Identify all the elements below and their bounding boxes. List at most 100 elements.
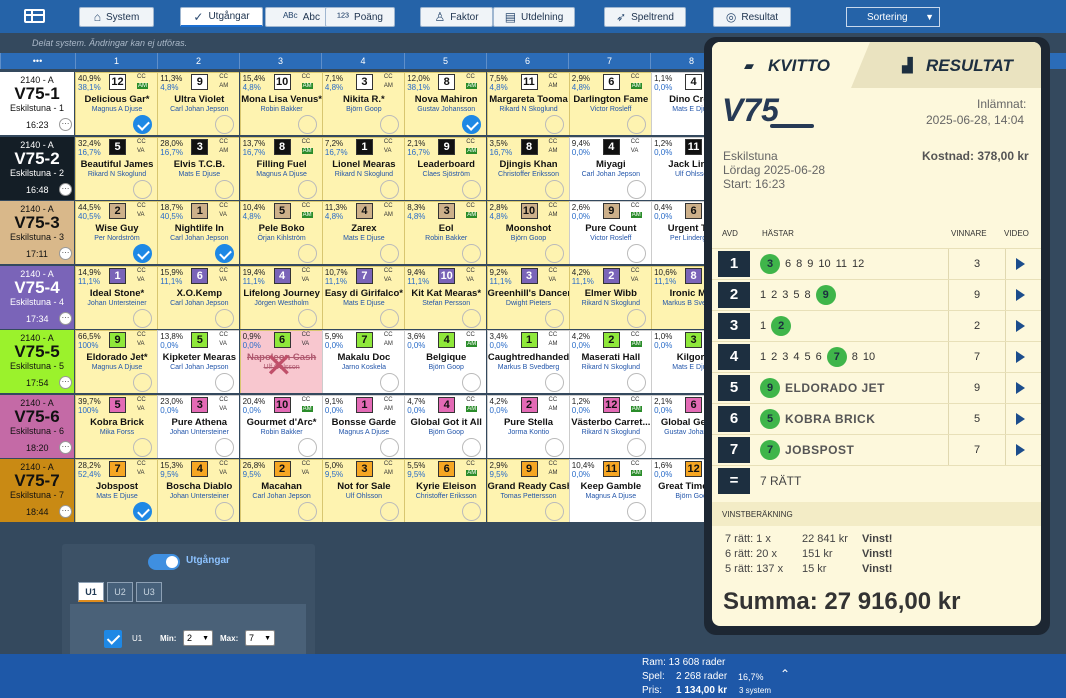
toolbar-speltrend-button[interactable]: ➶ Speltrend [604, 7, 686, 27]
horse-cell[interactable]: 28,2% 52,4% 7 CC VA Jobspost Mats E Djuse [75, 459, 157, 522]
horse-cell[interactable]: 1,2% 0,0% 12 CC AM Västerbo Carret... Rikard N… [568, 394, 651, 458]
horse-cell[interactable]: 2,9% 9,5% 9 CC AM Grand Ready Cash Tomas Pette… [486, 459, 569, 522]
more-options-icon[interactable]: ⋯ [59, 376, 72, 389]
play-video-icon[interactable] [1016, 258, 1025, 270]
select-checkbox[interactable] [544, 179, 564, 199]
tab-u2[interactable]: U2 [107, 582, 133, 602]
select-checkbox[interactable] [626, 308, 646, 328]
utgangar-toggle[interactable] [148, 554, 180, 570]
horse-cell[interactable]: 39,7% 100% 5 CC VA Kobra Brick Mika Forss [75, 394, 157, 458]
horse-cell[interactable]: 5,5% 9,5% 6 CC AM Kyrie Eleison Christoffer Er… [404, 459, 487, 522]
select-checkbox[interactable] [544, 373, 564, 392]
select-checkbox[interactable] [544, 502, 564, 521]
column-header-0[interactable]: ••• [0, 53, 74, 69]
select-checkbox[interactable] [462, 502, 482, 521]
select-checkbox[interactable] [626, 179, 646, 199]
select-checkbox[interactable] [215, 244, 235, 263]
horse-cell[interactable]: 2,9% 4,8% 6 CC AM Darlington Fame Victor Rosle… [568, 72, 651, 135]
select-checkbox[interactable] [544, 437, 564, 457]
select-checkbox[interactable] [133, 437, 152, 457]
horse-cell[interactable]: 7,2% 16,7% 1 CC VA Lionel Mearas Rikard N Skog… [321, 136, 404, 200]
layout-toggle-icon[interactable] [24, 9, 45, 23]
min-select[interactable]: 2 ▼ [183, 630, 213, 646]
select-checkbox[interactable] [297, 115, 317, 134]
race-header-1[interactable]: 2140 - A V75-1 Eskilstuna - 1 16:23 ⋯ [0, 72, 74, 135]
horse-cell[interactable]: 8,3% 4,8% 3 CC AM Eol Robin Bakker [404, 201, 487, 264]
select-checkbox[interactable] [215, 373, 235, 392]
toolbar-system-button[interactable]: ⌂ System [79, 7, 154, 27]
race-header-7[interactable]: 2140 - A V75-7 Eskilstuna - 7 18:44 ⋯ [0, 459, 74, 522]
select-checkbox[interactable] [379, 308, 399, 328]
select-checkbox[interactable] [133, 373, 152, 392]
select-checkbox[interactable] [215, 502, 235, 521]
more-options-icon[interactable]: ⋯ [59, 182, 72, 196]
select-checkbox[interactable] [215, 179, 235, 199]
select-checkbox[interactable] [462, 308, 482, 328]
race-header-3[interactable]: 2140 - A V75-3 Eskilstuna - 3 17:11 ⋯ [0, 201, 74, 264]
select-checkbox[interactable] [297, 308, 317, 328]
horse-cell[interactable]: 15,3% 9,5% 4 CC VA Boscha Diablo Johan Unterst… [157, 459, 240, 522]
select-checkbox[interactable] [544, 244, 564, 263]
select-checkbox[interactable] [215, 308, 235, 328]
horse-cell[interactable]: 32,4% 16,7% 5 CC VA Beautiful James Rikard N S… [75, 136, 157, 200]
horse-cell[interactable]: 2,8% 4,8% 10 CC AM Moonshot Björn Goop [486, 201, 569, 264]
horse-cell[interactable]: 9,4% 11,1% 10 CC VA Kit Kat Mearas* Stefan Per… [404, 265, 487, 329]
select-checkbox[interactable] [544, 115, 564, 134]
horse-cell[interactable]: 19,4% 11,1% 4 CC VA Lifelong Journey Jörgen We… [239, 265, 322, 329]
horse-cell[interactable]: 0,9% 0,0% 6 CC VA Napoleon Cash Ulf Ohlsson ✕ [239, 330, 322, 393]
horse-cell[interactable]: 11,3% 4,8% 9 CC AM Ultra Violet Carl Johan Jep… [157, 72, 240, 135]
race-header-6[interactable]: 2140 - A V75-6 Eskilstuna - 6 18:20 ⋯ [0, 394, 74, 458]
select-checkbox[interactable] [133, 502, 152, 521]
horse-cell[interactable]: 23,0% 0,0% 3 CC VA Pure Athena Johan Unterstei… [157, 394, 240, 458]
select-checkbox[interactable] [215, 437, 235, 457]
toolbar-resultat-button[interactable]: ◎ Resultat [713, 7, 791, 27]
more-options-icon[interactable]: ⋯ [59, 118, 72, 131]
tab-kvitto[interactable]: ▰ KVITTO [712, 42, 870, 88]
select-checkbox[interactable] [462, 115, 482, 134]
select-checkbox[interactable] [462, 244, 482, 263]
select-checkbox[interactable] [626, 437, 646, 457]
horse-cell[interactable]: 40,9% 38,1% 12 CC AM Delicious Gar* Magnus A D… [75, 72, 157, 135]
select-checkbox[interactable] [133, 244, 152, 263]
select-checkbox[interactable] [379, 502, 399, 521]
horse-cell[interactable]: 3,5% 16,7% 8 CC AM Djingis Khan Christoffer Er… [486, 136, 569, 200]
select-checkbox[interactable] [462, 373, 482, 392]
horse-cell[interactable]: 3,6% 0,0% 4 CC AM Belgique Björn Goop [404, 330, 487, 393]
more-options-icon[interactable]: ⋯ [59, 505, 72, 518]
select-checkbox[interactable] [379, 373, 399, 392]
select-checkbox[interactable] [379, 179, 399, 199]
horse-cell[interactable]: 20,4% 0,0% 10 CC AM Gourmet d'Arc* Robin Bakke… [239, 394, 322, 458]
horse-cell[interactable]: 3,4% 0,0% 1 CC AM Caughtredhanded Markus B Sve… [486, 330, 569, 393]
select-checkbox[interactable] [297, 502, 317, 521]
toolbar-poang-button[interactable]: ¹²³ Poäng [325, 7, 395, 27]
horse-cell[interactable]: 10,4% 4,8% 5 CC AM Pele Boko Örjan Kihlström [239, 201, 322, 264]
u1-checkbox[interactable] [104, 630, 122, 648]
horse-cell[interactable]: 7,5% 4,8% 11 CC AM Margareta Tooma Rikard N Sk… [486, 72, 569, 135]
select-checkbox[interactable] [379, 115, 399, 134]
horse-cell[interactable]: 5,9% 0,0% 7 CC AM Makalu Doc Jarno Koskela [321, 330, 404, 393]
select-checkbox[interactable] [626, 244, 646, 263]
horse-cell[interactable]: 9,1% 0,0% 1 CC AM Bonsse Garde Magnus A Djuse [321, 394, 404, 458]
horse-cell[interactable]: 4,2% 0,0% 2 CC AM Pure Stella Jorma Kontio [486, 394, 569, 458]
horse-cell[interactable]: 9,2% 11,1% 3 CC VA Greenhill's Dancer Dwight P… [486, 265, 569, 329]
play-video-icon[interactable] [1016, 320, 1025, 332]
tab-u3[interactable]: U3 [136, 582, 162, 602]
race-header-5[interactable]: 2140 - A V75-5 Eskilstuna - 5 17:54 ⋯ [0, 330, 74, 393]
horse-cell[interactable]: 15,9% 11,1% 6 CC VA X.O.Kemp Carl Johan Jepson [157, 265, 240, 329]
horse-cell[interactable]: 10,4% 0,0% 11 CC AM Keep Gamble Magnus A Djuse [568, 459, 651, 522]
select-checkbox[interactable] [626, 502, 646, 521]
horse-cell[interactable]: 18,7% 40,5% 1 CC VA Nightlife In Carl Johan Je… [157, 201, 240, 264]
horse-cell[interactable]: 4,2% 0,0% 2 CC AM Maserati Hall Rikard N Skogl… [568, 330, 651, 393]
horse-cell[interactable]: 2,1% 16,7% 9 CC AM Leaderboard Claes Sjöström [404, 136, 487, 200]
race-header-4[interactable]: 2140 - A V75-4 Eskilstuna - 4 17:34 ⋯ [0, 265, 74, 329]
horse-cell[interactable]: 4,2% 11,1% 2 CC VA Elmer Wibb Rikard N Skoglun… [568, 265, 651, 329]
toolbar-utdelning-button[interactable]: ▤ Utdelning [493, 7, 575, 27]
expand-up-icon[interactable]: ⌃ [780, 667, 790, 681]
select-checkbox[interactable] [297, 437, 317, 457]
select-checkbox[interactable] [544, 308, 564, 328]
play-video-icon[interactable] [1016, 413, 1025, 425]
tab-u1[interactable]: U1 [78, 582, 104, 602]
toolbar-faktor-button[interactable]: ♙ Faktor [420, 7, 493, 27]
select-checkbox[interactable] [215, 115, 235, 134]
horse-cell[interactable]: 10,7% 11,1% 7 CC VA Easy di Girifalco* Mats E … [321, 265, 404, 329]
